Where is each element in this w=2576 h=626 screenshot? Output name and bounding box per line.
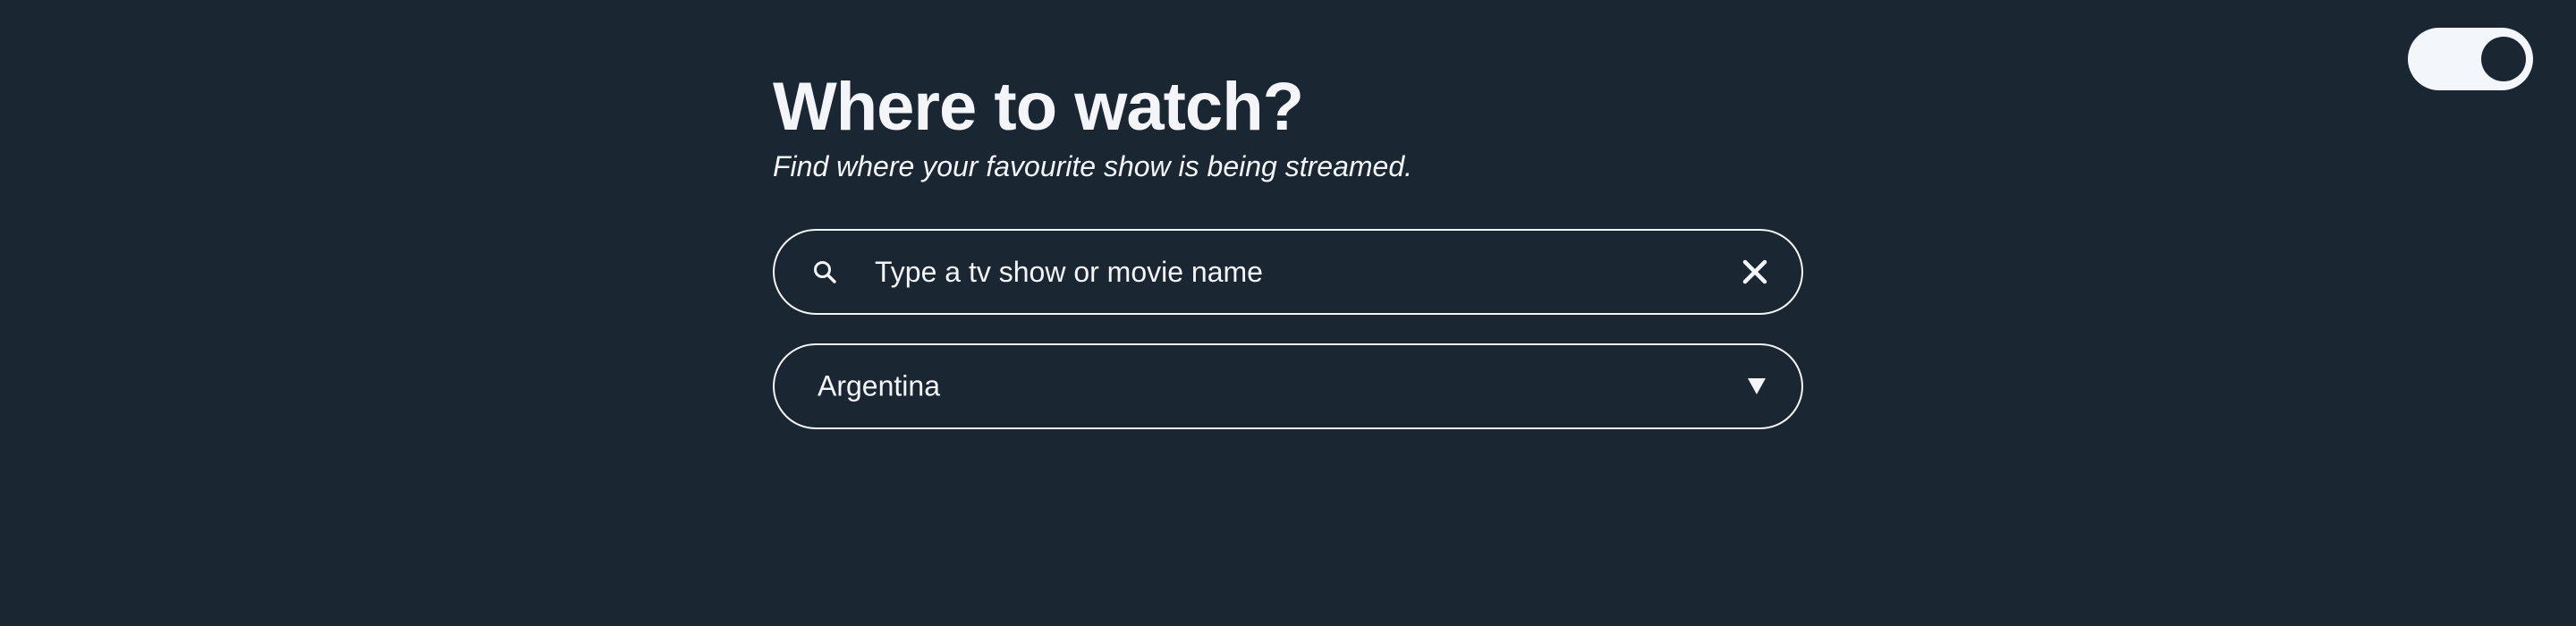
- country-selected-value: Argentina: [818, 369, 940, 402]
- theme-toggle[interactable]: [2408, 28, 2533, 90]
- caret-down-icon: [1746, 376, 1767, 396]
- toggle-knob: [2481, 37, 2526, 81]
- page-title: Where to watch?: [773, 69, 1304, 145]
- search-box: [773, 229, 1803, 315]
- search-icon: [812, 259, 837, 284]
- clear-search-button[interactable]: [1737, 254, 1773, 290]
- main-content: Where to watch? Find where your favourit…: [773, 63, 1803, 429]
- close-icon: [1742, 259, 1767, 284]
- country-select[interactable]: Argentina: [773, 343, 1803, 429]
- search-input[interactable]: [875, 250, 1712, 294]
- page-subtitle: Find where your favourite show is being …: [773, 150, 1413, 182]
